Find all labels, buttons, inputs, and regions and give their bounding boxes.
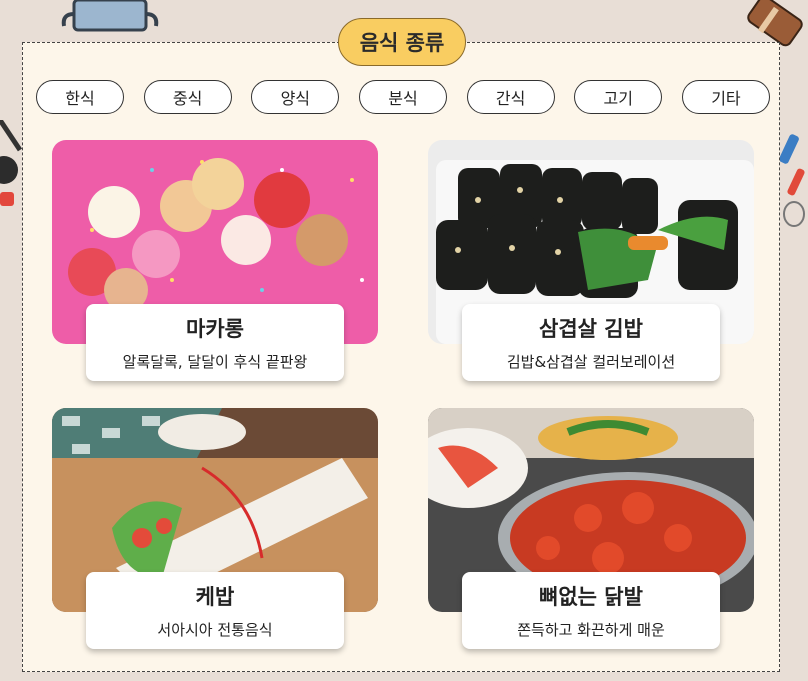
- food-card-label: 마카롱 알록달록, 달달이 후식 끝판왕: [86, 304, 344, 381]
- category-tabs: 한식 중식 양식 분식 간식 고기 기타: [36, 80, 770, 114]
- food-description: 김밥&삼겹살 컬러보레이션: [506, 353, 676, 371]
- food-card-label: 뼈없는 닭발 쫀득하고 화끈하게 매운: [462, 572, 720, 649]
- food-name: 삼겹살 김밥: [539, 317, 643, 341]
- food-description: 쫀득하고 화끈하게 매운: [517, 621, 665, 639]
- food-name: 케밥: [195, 585, 235, 609]
- food-description: 알록달록, 달달이 후식 끝판왕: [122, 353, 308, 371]
- tab-korean[interactable]: 한식: [36, 80, 124, 114]
- food-card-label: 삼겹살 김밥 김밥&삼겹살 컬러보레이션: [462, 304, 720, 381]
- frying-pan-icon: [0, 120, 22, 210]
- food-card-samgyeopsal-gimbap[interactable]: 삼겹살 김밥 김밥&삼겹살 컬러보레이션: [428, 140, 754, 381]
- tab-western[interactable]: 양식: [251, 80, 340, 114]
- tab-chinese[interactable]: 중식: [143, 80, 232, 114]
- food-description: 서아시아 전통음식: [157, 621, 273, 639]
- tab-meat[interactable]: 고기: [574, 80, 663, 114]
- food-name: 뼈없는 닭발: [539, 585, 643, 609]
- whisk-icon: [780, 128, 808, 228]
- food-card-boneless-chicken-feet[interactable]: 뼈없는 닭발 쫀득하고 화끈하게 매운: [428, 408, 754, 649]
- tab-snacks[interactable]: 간식: [466, 80, 555, 114]
- tab-other[interactable]: 기타: [681, 80, 770, 114]
- food-card-macaron[interactable]: 마카롱 알록달록, 달달이 후식 끝판왕: [52, 140, 378, 381]
- food-card-label: 케밥 서아시아 전통음식: [86, 572, 344, 649]
- section-title: 음식 종류: [338, 18, 466, 66]
- pot-icon: [60, 0, 160, 36]
- food-card-kebab[interactable]: 케밥 서아시아 전통음식: [52, 408, 378, 649]
- food-name: 마카롱: [186, 317, 244, 341]
- tab-snack-food[interactable]: 분식: [358, 80, 447, 114]
